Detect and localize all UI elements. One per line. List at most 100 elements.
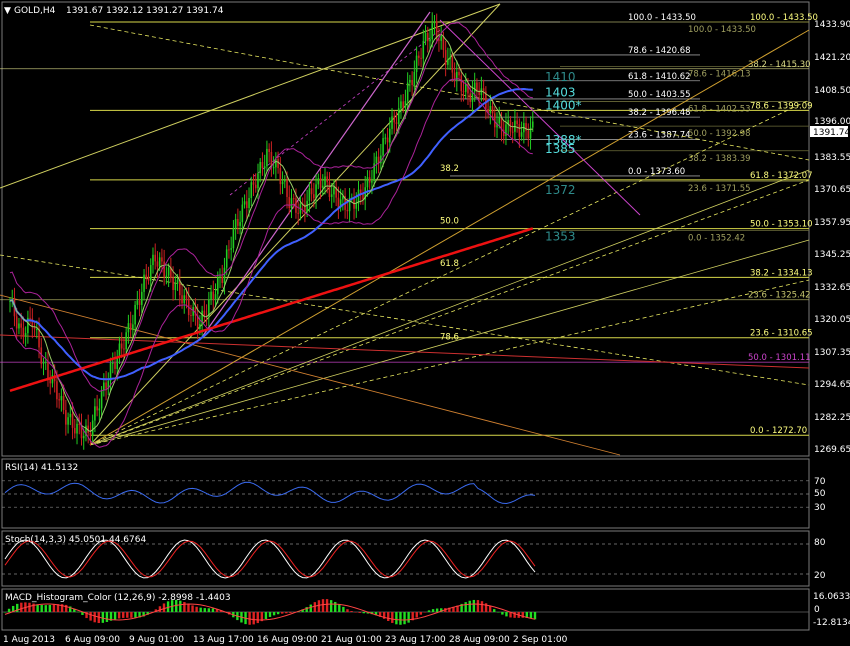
candle-body <box>281 181 284 185</box>
candle-body <box>263 166 266 169</box>
candle-body <box>330 194 333 197</box>
price-tick: 1320.05 <box>814 315 850 325</box>
macd-histogram-bar <box>431 609 435 612</box>
candle-body <box>409 79 411 83</box>
candle-body <box>165 275 168 277</box>
candle-body <box>418 55 420 58</box>
candle-body <box>176 280 179 284</box>
candle-body <box>129 323 132 330</box>
macd-histogram-bar <box>199 607 202 612</box>
macd-histogram-bar <box>342 606 345 612</box>
time-tick: 21 Aug 01:00 <box>321 635 382 645</box>
macd-histogram-bar <box>93 612 96 623</box>
price-tick: 1307.35 <box>814 348 850 358</box>
fib-level-label: 0.0 - 1272.70 <box>750 426 807 436</box>
candle-body <box>199 324 201 329</box>
candle-body <box>163 261 165 277</box>
macd-histogram-bar <box>334 601 337 612</box>
candle-body <box>451 57 454 73</box>
price-tick: 1357.95 <box>814 218 850 228</box>
macd-histogram-bar <box>346 609 349 612</box>
trading-chart[interactable]: 100.0 - 1433.5078.6 - 1399.0961.8 - 1372… <box>0 0 850 646</box>
macd-histogram-bar <box>7 608 11 612</box>
candle-body <box>147 277 150 281</box>
macd-level-top: 16.0633 <box>813 592 850 602</box>
price-tick: 1396.00 <box>814 117 850 127</box>
candle-body <box>62 396 65 410</box>
candle-body <box>397 108 400 124</box>
fib-level-label: 23.6 - 1325.42 <box>748 291 811 301</box>
candle-body <box>328 182 331 197</box>
candle-body <box>368 177 371 183</box>
candle-body <box>310 188 313 195</box>
fib-level-label: 23.6 - 1371.55 <box>688 184 751 194</box>
price-tick: 1433.90 <box>814 20 850 30</box>
fib-ratio-label: 61.8 <box>440 259 459 269</box>
candle-body <box>216 277 219 295</box>
candle-body <box>105 382 107 389</box>
macd-level-zero: 0 <box>814 605 820 615</box>
candle-body <box>462 91 465 93</box>
candle-body <box>96 406 98 411</box>
macd-histogram-bar <box>211 608 215 612</box>
macd-histogram-bar <box>48 604 52 612</box>
fib-level-label: 0.0 - 1352.42 <box>688 233 745 243</box>
candle-body <box>460 75 463 92</box>
macd-histogram-bar <box>285 612 288 614</box>
rsi-panel[interactable] <box>1 458 810 529</box>
candle-body <box>388 128 391 143</box>
fib-level-label: 78.6 - 1399.09 <box>750 101 813 111</box>
rsi-level-70: 70 <box>814 477 826 487</box>
candle-body <box>527 130 530 139</box>
candle-body <box>134 304 136 325</box>
macd-histogram-bar <box>276 612 280 615</box>
candle-body <box>442 36 445 50</box>
candle-body <box>520 132 523 137</box>
level-mark: 1372 <box>545 183 576 197</box>
candle-body <box>212 291 215 300</box>
time-tick: 16 Aug 09:00 <box>257 635 318 645</box>
candle-body <box>103 382 105 391</box>
fib-level-label: 61.8 - 1402.53 <box>688 105 751 115</box>
time-tick: 2 Sep 01:00 <box>513 635 568 645</box>
candle-body <box>138 300 141 305</box>
candle-body <box>279 168 282 185</box>
macd-histogram-bar <box>268 612 272 617</box>
candle-body <box>47 361 49 379</box>
candle-body <box>283 180 286 182</box>
macd-histogram-bar <box>272 612 276 616</box>
candle-body <box>424 32 427 42</box>
macd-histogram-bar <box>252 612 255 625</box>
macd-histogram-bar <box>105 612 109 622</box>
candle-body <box>65 409 67 425</box>
macd-histogram-bar <box>289 612 292 613</box>
candle-body <box>259 161 262 174</box>
macd-histogram-bar <box>52 604 56 612</box>
macd-histogram-bar <box>122 612 125 618</box>
price-tick: 1383.55 <box>814 153 850 163</box>
candle-body <box>161 257 163 262</box>
candle-body <box>248 197 250 209</box>
candle-body <box>266 148 268 167</box>
price-tick: 1408.50 <box>814 86 850 96</box>
candle-body <box>76 423 78 434</box>
macd-histogram-bar <box>44 605 47 612</box>
fib-level-label: 50.0 - 1403.55 <box>628 90 691 100</box>
fib-level-label: 23.6 - 1387.74 <box>628 131 691 141</box>
macd-histogram-bar <box>20 602 23 612</box>
fib-level-label: 100.0 - 1433.50 <box>688 25 756 35</box>
candle-body <box>382 138 384 156</box>
candle-body <box>518 124 521 137</box>
candle-body <box>78 423 81 425</box>
candle-body <box>290 198 293 209</box>
candle-body <box>111 362 114 364</box>
fib-level-label: 50.0 - 1301.11 <box>748 353 811 363</box>
collapse-arrow-icon[interactable]: ▼ <box>4 6 11 16</box>
macd-histogram-bar <box>480 601 484 612</box>
candle-body <box>393 116 396 123</box>
macd-histogram-bar <box>354 612 357 613</box>
macd-histogram-bar <box>101 612 105 623</box>
candle-body <box>82 435 85 439</box>
time-tick: 6 Aug 09:00 <box>65 635 120 645</box>
candle-body <box>44 361 47 363</box>
